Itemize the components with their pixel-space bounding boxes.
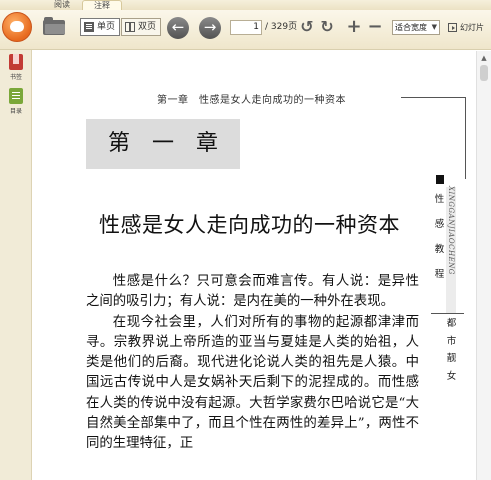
running-head-rule [401, 97, 465, 98]
paragraph: 在现今社会里，人们对所有的事物的起源都津津而寻。宗教界说上帝所造的亚当与夏娃是人… [86, 314, 419, 452]
book-page: 第一章 性感是女人走向成功的一种资本 第一章 性感是女人走向成功的一种资本 性感… [33, 51, 476, 480]
next-page-icon[interactable]: → [199, 17, 221, 39]
vertical-scrollbar[interactable]: ▲ [476, 51, 491, 480]
left-side-panel: 书签 目录 [0, 50, 32, 480]
scroll-up-icon[interactable]: ▲ [480, 54, 488, 62]
rotate-left-icon[interactable]: ↺ [299, 19, 315, 35]
running-head-vertical-rule [465, 97, 466, 179]
single-page-label: 单页 [97, 22, 116, 32]
double-page-icon [125, 22, 135, 32]
single-page-button[interactable]: 单页 [80, 18, 120, 36]
body-text: 性感是什么？只可意会而难言传。有人说：是异性之间的吸引力；有人说：是内在美的一种… [86, 272, 419, 455]
sidebar-item-label: 目录 [9, 108, 22, 115]
open-folder-icon[interactable] [43, 17, 65, 35]
side-divider [431, 313, 464, 314]
side-pinyin: XINGGANJIAOCHENG [444, 186, 458, 313]
zoom-mode-select[interactable]: 适合宽度 ▼ [392, 20, 440, 35]
side-pinyin-text: XINGGANJIAOCHENG [447, 186, 455, 275]
running-head: 第一章 性感是女人走向成功的一种资本 [157, 95, 346, 106]
slideshow-label: 幻灯片 [460, 23, 484, 32]
chapter-title: 性感是女人走向成功的一种资本 [99, 213, 400, 237]
slideshow-icon [448, 23, 457, 32]
slideshow-button[interactable]: 幻灯片 [448, 20, 484, 35]
sidebar-item-toc[interactable]: 目录 [4, 88, 28, 115]
previous-page-icon[interactable]: ← [167, 17, 189, 39]
paragraph: 性感是什么？只可意会而难言传。有人说：是异性之间的吸引力；有人说：是内在美的一种… [86, 274, 419, 310]
app-logo-icon[interactable] [2, 12, 32, 42]
tab-read[interactable]: 阅读 [42, 0, 82, 10]
chapter-label: 第一章 [108, 131, 241, 156]
chapter-label-box: 第一章 [86, 119, 240, 169]
zoom-in-icon[interactable]: + [346, 18, 362, 36]
page-total-label: / 329页 [265, 22, 298, 32]
sidebar-item-label: 书签 [9, 74, 22, 81]
single-page-icon [84, 22, 94, 32]
reader-toolbar: 单页 双页 ← → 1 / 329页 ↺ ↻ + − 适合宽度 ▼ 幻灯片 [0, 10, 491, 50]
tab-notes[interactable]: 注释 [82, 0, 122, 10]
table-of-contents-icon [9, 88, 23, 104]
top-tab-strip: 阅读 注释 [0, 0, 491, 10]
zoom-out-icon[interactable]: − [367, 18, 383, 36]
zoom-mode-value: 适合宽度 [395, 23, 427, 32]
double-page-button[interactable]: 双页 [121, 18, 161, 36]
chevron-down-icon: ▼ [431, 23, 437, 31]
bookmark-icon [9, 54, 23, 70]
side-tab-marker [436, 175, 444, 184]
page-number-input[interactable]: 1 [230, 20, 262, 35]
rotate-right-icon[interactable]: ↻ [319, 19, 335, 35]
sidebar-item-bookmarks[interactable]: 书签 [4, 54, 28, 81]
side-subheader-vertical: 都市靓女 [446, 318, 457, 382]
scroll-thumb[interactable] [480, 65, 488, 81]
double-page-label: 双页 [138, 22, 157, 32]
